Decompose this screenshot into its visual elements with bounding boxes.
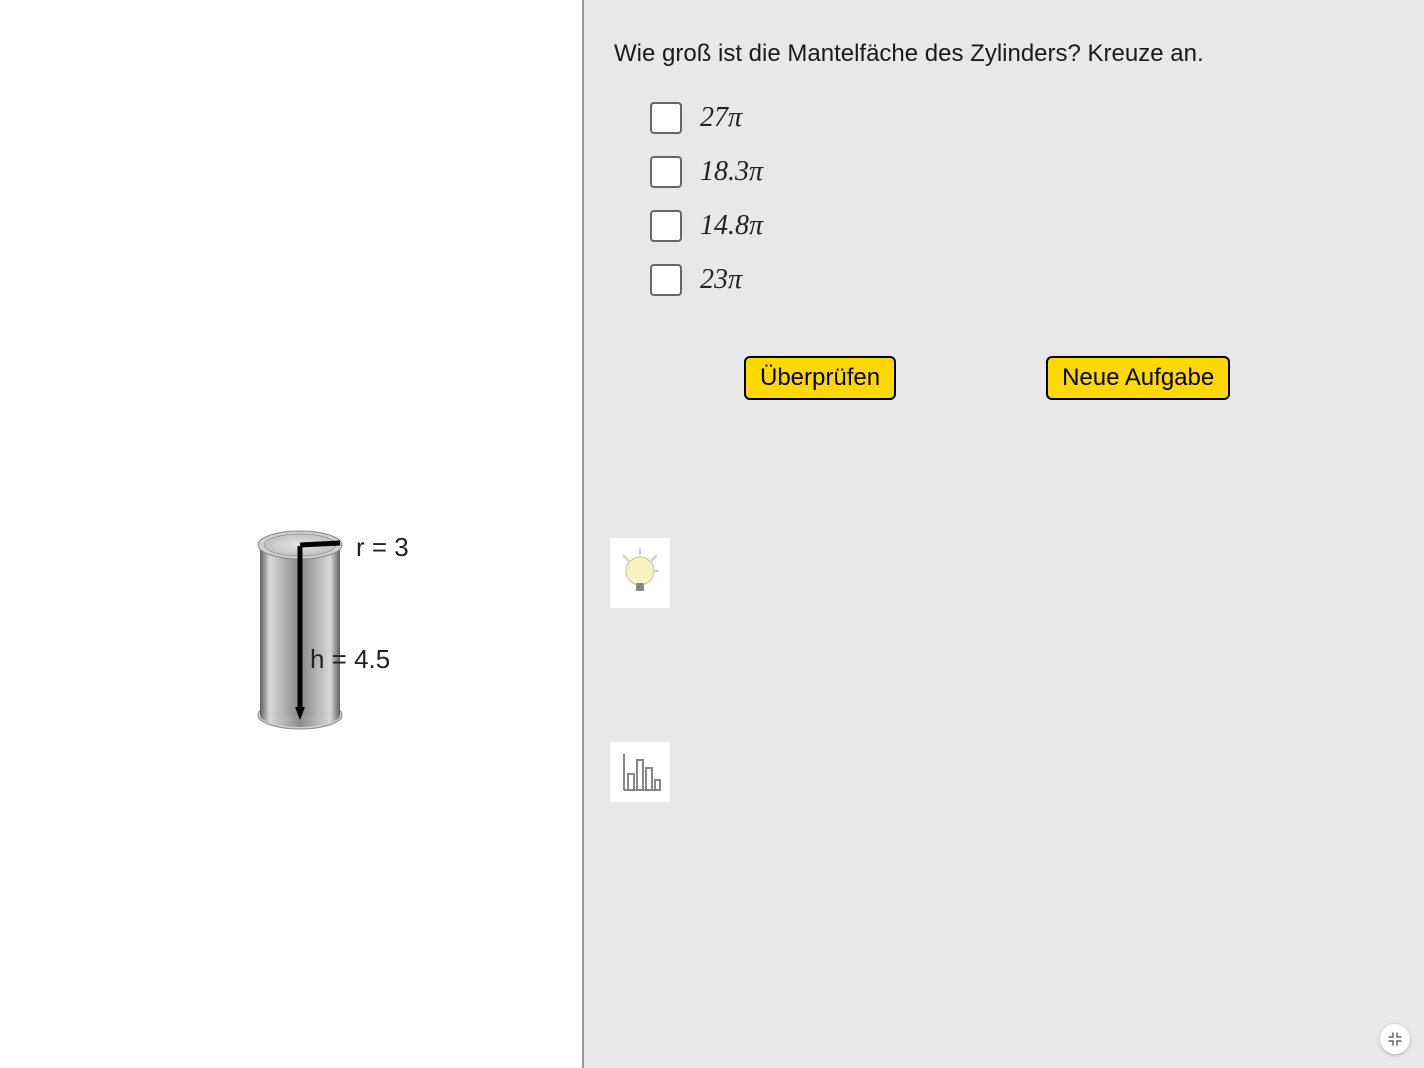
question-panel: Wie groß ist die Mantelfäche des Zylinde… <box>584 0 1424 1068</box>
check-button[interactable]: Überprüfen <box>744 356 896 400</box>
option-label: 27π <box>700 102 742 134</box>
bar-chart-icon <box>618 750 662 794</box>
option-checkbox-0[interactable] <box>650 102 682 134</box>
option-row: 23π <box>650 264 1394 296</box>
stats-button[interactable] <box>610 742 670 802</box>
button-row: Überprüfen Neue Aufgabe <box>614 356 1394 400</box>
contract-icon <box>1388 1032 1402 1046</box>
option-label: 14.8π <box>700 210 763 242</box>
radius-label: r = 3 <box>356 532 409 563</box>
graphic-panel: r = 3 h = 4.5 <box>0 0 584 1068</box>
option-row: 27π <box>650 102 1394 134</box>
new-task-button[interactable]: Neue Aufgabe <box>1046 356 1230 400</box>
height-label: h = 4.5 <box>310 644 390 675</box>
lightbulb-icon <box>617 545 663 601</box>
option-checkbox-3[interactable] <box>650 264 682 296</box>
question-text: Wie groß ist die Mantelfäche des Zylinde… <box>614 40 1394 68</box>
fullscreen-button[interactable] <box>1380 1024 1410 1054</box>
options-group: 27π 18.3π 14.8π 23π <box>650 102 1394 296</box>
cylinder-graphic <box>240 510 440 750</box>
option-label: 23π <box>700 264 742 296</box>
option-row: 18.3π <box>650 156 1394 188</box>
option-checkbox-2[interactable] <box>650 210 682 242</box>
option-checkbox-1[interactable] <box>650 156 682 188</box>
option-label: 18.3π <box>700 156 763 188</box>
hint-button[interactable] <box>610 538 670 608</box>
option-row: 14.8π <box>650 210 1394 242</box>
